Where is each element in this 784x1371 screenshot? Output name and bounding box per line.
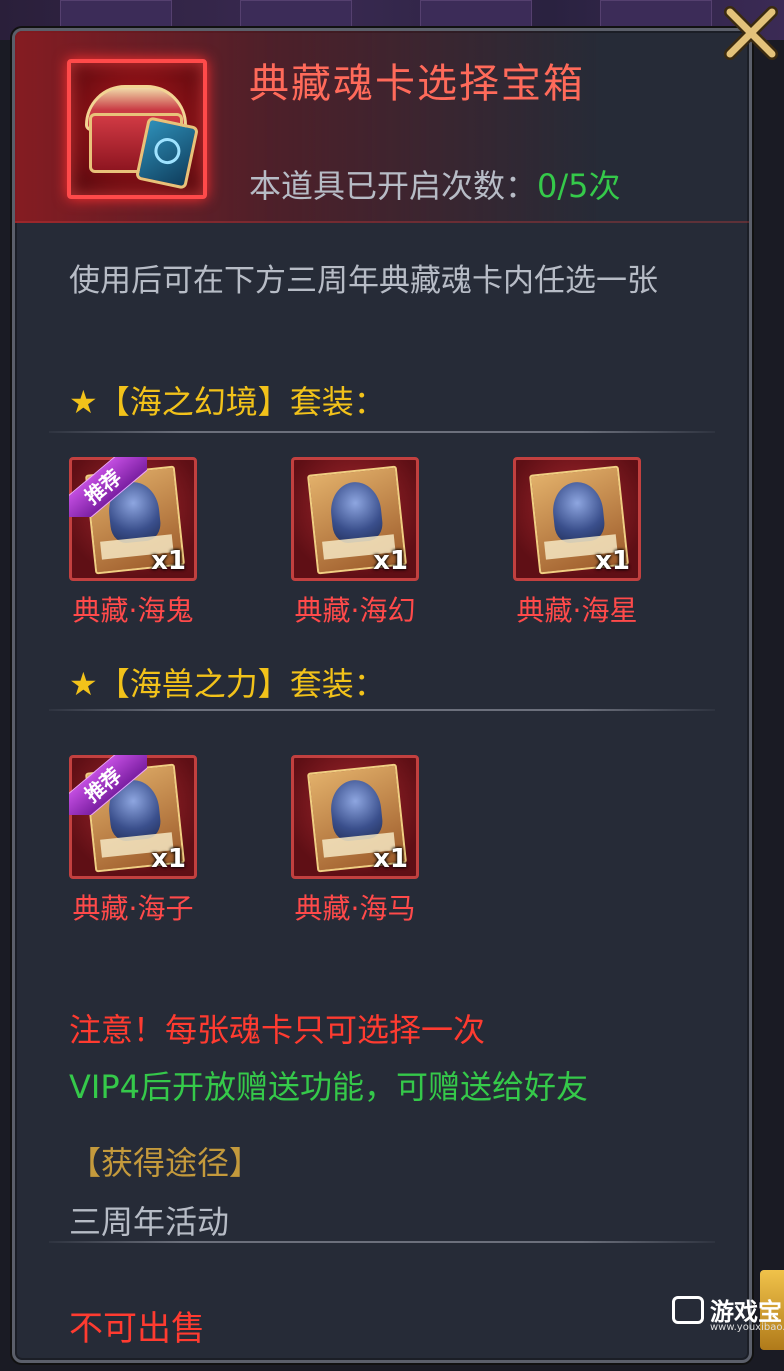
- item-description: 使用后可在下方三周年典藏魂卡内任选一张: [69, 263, 658, 299]
- watermark-logo: 游戏宝 www.youxibao.com: [672, 1290, 784, 1340]
- soul-card[interactable]: 推荐 x1: [69, 457, 197, 581]
- divider: [49, 709, 715, 711]
- card-name: 典藏·海子: [72, 892, 194, 925]
- card-quantity: x1: [151, 546, 186, 576]
- soul-card[interactable]: x1: [291, 755, 419, 879]
- divider: [49, 431, 715, 433]
- sell-status: 不可出售: [69, 1309, 205, 1349]
- close-button[interactable]: [722, 4, 780, 62]
- item-icon: [67, 59, 207, 199]
- open-count-label: 本道具已开启次数：: [249, 167, 538, 205]
- obtain-title: 【获得途径】: [69, 1144, 262, 1182]
- card-name: 典藏·海星: [516, 594, 638, 627]
- item-detail-panel: 典藏魂卡选择宝箱 本道具已开启次数：0/5次 使用后可在下方三周年典藏魂卡内任选…: [12, 28, 752, 1363]
- card-quantity: x1: [151, 844, 186, 874]
- recommend-ribbon: 推荐: [69, 457, 147, 517]
- soul-card[interactable]: 推荐 x1: [69, 755, 197, 879]
- recommend-ribbon: 推荐: [69, 755, 147, 815]
- item-title: 典藏魂卡选择宝箱: [249, 61, 585, 107]
- card-name: 典藏·海鬼: [72, 594, 194, 627]
- card-quantity: x1: [373, 546, 408, 576]
- selection-notice: 注意！每张魂卡只可选择一次: [69, 1011, 486, 1049]
- set-title: ★【海兽之力】套装：: [69, 665, 386, 703]
- card-quantity: x1: [373, 844, 408, 874]
- gamepad-icon: [672, 1296, 704, 1324]
- card-quantity: x1: [595, 546, 630, 576]
- open-count: 本道具已开启次数：0/5次: [249, 161, 621, 207]
- divider: [49, 1241, 715, 1243]
- set-title: ★【海之幻境】套装：: [69, 383, 386, 421]
- card-name: 典藏·海马: [294, 892, 416, 925]
- watermark-url: www.youxibao.com: [710, 1322, 784, 1333]
- vip-gift-note: VIP4后开放赠送功能，可赠送给好友: [69, 1068, 588, 1106]
- card-name: 典藏·海幻: [294, 594, 416, 627]
- soul-card[interactable]: x1: [291, 457, 419, 581]
- open-count-value: 0/5次: [537, 167, 621, 205]
- soul-card[interactable]: x1: [513, 457, 641, 581]
- obtain-value: 三周年活动: [69, 1203, 230, 1241]
- close-x-icon: [724, 6, 778, 60]
- item-header: 典藏魂卡选择宝箱 本道具已开启次数：0/5次: [15, 31, 749, 223]
